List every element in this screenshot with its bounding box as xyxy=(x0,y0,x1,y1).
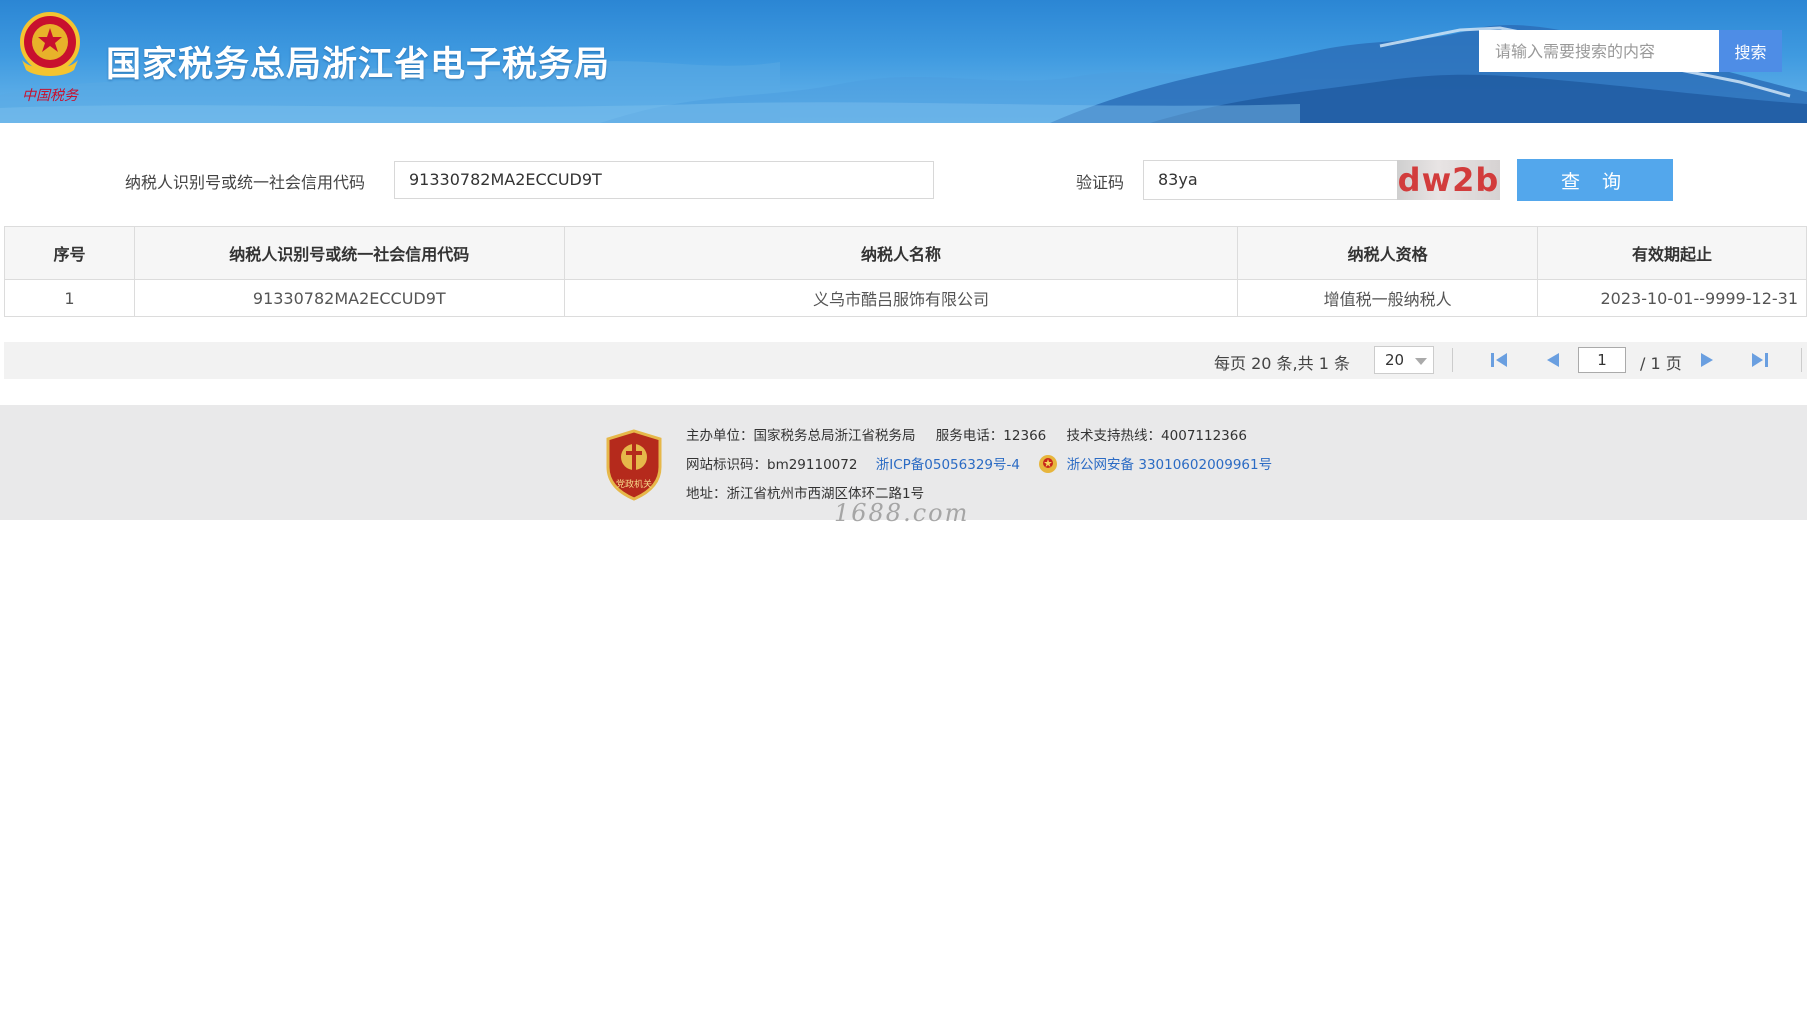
taxpayer-id-label: 纳税人识别号或统一社会信用代码 xyxy=(125,173,366,192)
column-header-taxpayer-name: 纳税人名称 xyxy=(563,226,1239,280)
footer-site-id: 网站标识码：bm29110072 xyxy=(686,457,858,473)
cell-qualification: 增值税一般纳税人 xyxy=(1237,279,1539,317)
search-button[interactable]: 搜索 xyxy=(1719,30,1782,72)
pagination-bar: 每页 20 条,共 1 条 20 1 / 1 页 xyxy=(4,342,1807,379)
first-page-icon[interactable] xyxy=(1488,350,1510,370)
footer-sponsor: 主办单位：国家税务总局浙江省税务局 xyxy=(686,428,916,444)
site-title: 国家税务总局浙江省电子税务局 xyxy=(106,45,611,85)
cell-index: 1 xyxy=(4,279,135,317)
party-government-badge-icon[interactable]: 党政机关 xyxy=(604,429,664,501)
table-row: 1 91330782MA2ECCUD9T 义乌市酷吕服饰有限公司 增值税一般纳税… xyxy=(4,279,1807,317)
cell-taxpayer-name: 义乌市酷吕服饰有限公司 xyxy=(563,279,1239,317)
results-table: 序号 纳税人识别号或统一社会信用代码 纳税人名称 纳税人资格 有效期起止 1 9… xyxy=(4,226,1807,317)
cell-validity: 2023-10-01--9999-12-31 xyxy=(1537,279,1807,317)
last-page-icon[interactable] xyxy=(1749,350,1771,370)
footer-record-line: 网站标识码：bm29110072 浙ICP备05056329号-4 浙公网安备 … xyxy=(686,453,1272,474)
chevron-down-icon xyxy=(1415,358,1427,365)
column-header-validity: 有效期起止 xyxy=(1537,226,1807,280)
current-page-input[interactable]: 1 xyxy=(1578,347,1626,373)
tax-emblem-icon: 中国税务 xyxy=(20,12,80,104)
captcha-image[interactable]: dw2b xyxy=(1397,160,1500,200)
page-size-select[interactable]: 20 xyxy=(1374,346,1434,374)
watermark: 1688.com xyxy=(834,499,970,527)
police-record-link[interactable]: 浙公网安备 33010602009961号 xyxy=(1067,457,1273,473)
badge-caption: 党政机关 xyxy=(616,478,652,490)
footer-tech-hotline: 技术支持热线：4007112366 xyxy=(1066,428,1247,444)
captcha-label: 验证码 xyxy=(1076,173,1125,192)
column-header-qualification: 纳税人资格 xyxy=(1237,226,1539,280)
total-pages-label: / 1 页 xyxy=(1640,354,1682,373)
column-header-taxpayer-id: 纳税人识别号或统一社会信用代码 xyxy=(133,226,565,280)
taxpayer-id-input[interactable]: 91330782MA2ECCUD9T xyxy=(394,161,934,199)
emblem-caption: 中国税务 xyxy=(22,88,79,104)
footer-service-phone: 服务电话：12366 xyxy=(935,428,1047,444)
next-page-icon[interactable] xyxy=(1696,350,1718,370)
query-button[interactable]: 查 询 xyxy=(1517,159,1673,201)
site-header: 中国税务 国家税务总局浙江省电子税务局 搜索 xyxy=(0,0,1807,123)
pager-divider xyxy=(1452,348,1453,372)
page-size-value: 20 xyxy=(1385,351,1405,369)
search-input[interactable] xyxy=(1479,30,1719,72)
police-emblem-icon xyxy=(1039,455,1058,473)
column-header-index: 序号 xyxy=(4,226,135,280)
captcha-input[interactable]: 83ya xyxy=(1143,160,1400,200)
previous-page-icon[interactable] xyxy=(1542,350,1564,370)
footer-sponsor-line: 主办单位：国家税务总局浙江省税务局 服务电话：12366 技术支持热线：4007… xyxy=(686,424,1247,444)
table-header-row: 序号 纳税人识别号或统一社会信用代码 纳税人名称 纳税人资格 有效期起止 xyxy=(4,226,1807,280)
pagination-summary: 每页 20 条,共 1 条 xyxy=(1214,354,1350,373)
icp-link[interactable]: 浙ICP备05056329号-4 xyxy=(876,457,1020,473)
pager-divider xyxy=(1801,348,1802,372)
site-search: 搜索 xyxy=(1479,30,1782,72)
cell-taxpayer-id: 91330782MA2ECCUD9T xyxy=(133,279,565,317)
